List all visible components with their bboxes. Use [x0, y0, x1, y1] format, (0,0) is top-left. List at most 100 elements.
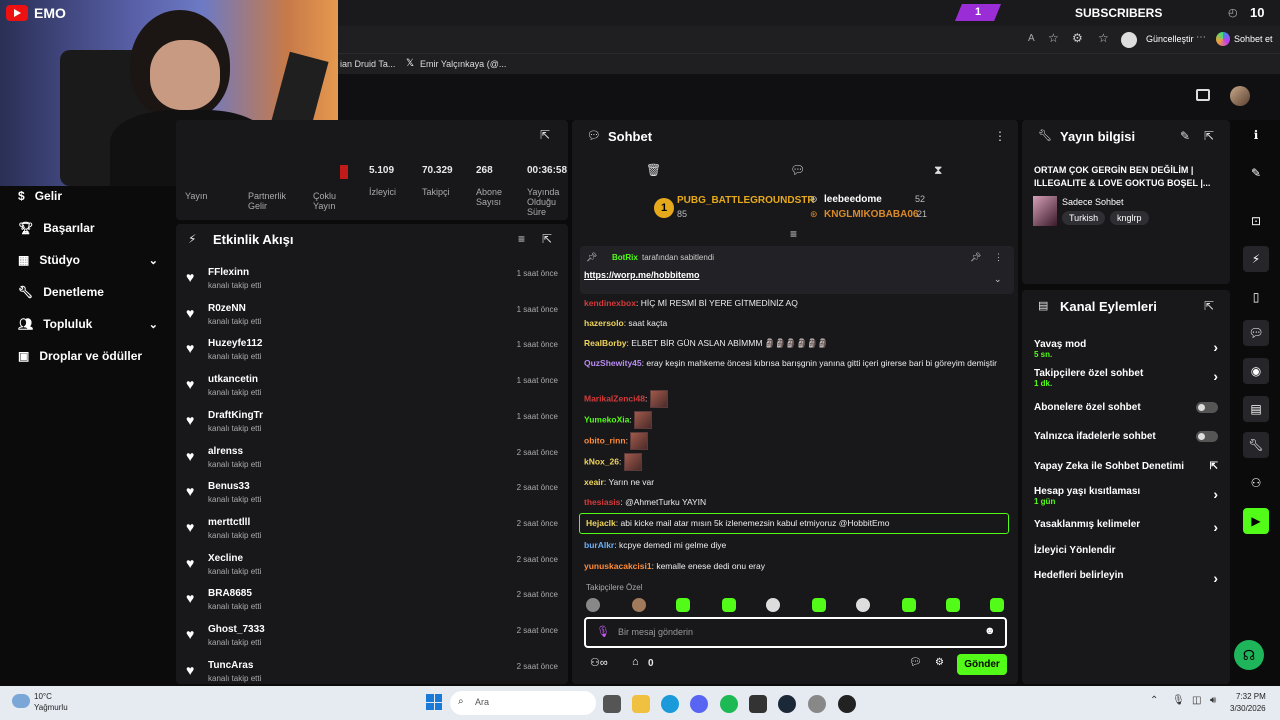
read-aloud-icon[interactable]: A: [1028, 33, 1035, 44]
more-options-icon[interactable]: ⋮: [994, 252, 1003, 263]
emote-icon[interactable]: [946, 598, 960, 612]
extensions-icon[interactable]: ⚙: [1072, 31, 1083, 45]
wrench-icon[interactable]: 🔧︎: [1243, 432, 1269, 458]
activity-event[interactable]: ♥ Huzeyfe112 kanalı takip etti 1 saat önce: [186, 338, 564, 372]
chat-username[interactable]: YumekoXia: [584, 414, 629, 424]
file-explorer-icon[interactable]: [632, 695, 650, 713]
stream-tag[interactable]: knglrp: [1110, 211, 1149, 225]
chat-username[interactable]: thesiasis: [584, 497, 620, 507]
microphone-icon[interactable]: 🎙︎: [1172, 695, 1185, 706]
copilot-icon[interactable]: [1216, 32, 1230, 46]
broadcast-icon[interactable]: ◉: [1243, 358, 1269, 384]
leaderboard-second-name[interactable]: leebeedome: [824, 194, 882, 205]
clip-icon[interactable]: ▶: [1243, 508, 1269, 534]
chat-username[interactable]: kNox_26: [584, 456, 619, 466]
activity-event[interactable]: ♥ utkancetin kanalı takip etti 1 saat önce: [186, 374, 564, 408]
category-name[interactable]: Sadece Sohbet: [1062, 197, 1124, 207]
toggle-switch[interactable]: [1196, 431, 1218, 442]
pinned-by-user[interactable]: BotRix: [612, 253, 638, 262]
chat-settings-bubble-icon[interactable]: 💬︎: [909, 657, 922, 668]
obs-icon[interactable]: [838, 695, 856, 713]
settings-icon[interactable]: [808, 695, 826, 713]
sidebar-item-studio[interactable]: ▦ Stüdyo ⌄: [0, 246, 170, 274]
leaderboard-first-name[interactable]: PUBG_BATTLEGROUNDSTR: [677, 195, 815, 206]
activity-event[interactable]: ♥ Xecline kanalı takip etti 2 saat önce: [186, 553, 564, 587]
emote-icon[interactable]: [676, 598, 690, 612]
task-view-icon[interactable]: [603, 695, 621, 713]
collapse-icon[interactable]: ≡: [790, 227, 797, 241]
tray-chevron-icon[interactable]: ⌃: [1150, 695, 1158, 706]
channel-action-item[interactable]: Yapay Zeka ile Sohbet Denetimi ⇱: [1034, 461, 1218, 472]
edit-icon[interactable]: ✎: [1243, 160, 1269, 186]
activity-event[interactable]: ♥ Benus33 kanalı takip etti 2 saat önce: [186, 481, 564, 515]
more-options-icon[interactable]: ⋮: [994, 129, 1006, 143]
popout-icon[interactable]: ⇱: [1204, 299, 1214, 313]
sidebar-item-drops[interactable]: ▣ Droplar ve ödüller: [0, 342, 170, 370]
bookmark-item[interactable]: Emir Yalçınkaya (@...: [420, 59, 506, 69]
sidebar-item-achievements[interactable]: 🏆︎ Başarılar: [0, 214, 170, 242]
chat-input[interactable]: 🎙︎ Bir mesaj gönderin ☻: [584, 617, 1007, 648]
unpin-icon[interactable]: 📌︎: [970, 252, 981, 263]
studio-icon[interactable]: [1196, 89, 1210, 101]
activity-event[interactable]: ♥ FFlexinn kanalı takip etti 1 saat önce: [186, 267, 564, 301]
emote-icon[interactable]: [990, 598, 1004, 612]
emote-icon[interactable]: [902, 598, 916, 612]
chat-username[interactable]: QuzShewity45: [584, 358, 642, 368]
filter-icon[interactable]: ≡: [518, 232, 525, 246]
weather-icon[interactable]: [12, 694, 30, 708]
gear-icon[interactable]: ⚙: [935, 657, 944, 668]
leaderboard-third-name[interactable]: KNGLMIKOBABA06: [824, 209, 918, 220]
popout-icon[interactable]: ⇱: [542, 232, 552, 246]
channel-action-item[interactable]: Takipçilere özel sohbet 1 dk. ›: [1034, 368, 1218, 388]
sidebar-item-moderation[interactable]: 🔧︎ Denetleme: [0, 278, 170, 306]
chevron-down-icon[interactable]: ⌄: [994, 274, 1002, 285]
stream-tag[interactable]: Turkish: [1062, 211, 1106, 225]
lightning-icon[interactable]: ⚡︎: [1243, 246, 1269, 272]
microphone-icon[interactable]: 🎙︎: [596, 625, 610, 638]
windows-start-icon[interactable]: [426, 694, 442, 710]
chat-username[interactable]: hazersolo: [584, 318, 624, 328]
channel-points-icon[interactable]: ⚇∞: [590, 656, 608, 669]
emote-icon[interactable]: [812, 598, 826, 612]
activity-event[interactable]: ♥ Ghost_7333 kanalı takip etti 2 saat önce: [186, 624, 564, 658]
activity-event[interactable]: ♥ DraftKingTr kanalı takip etti 1 saat önce: [186, 410, 564, 444]
chat-username[interactable]: yunuskacakcisi1: [584, 561, 652, 571]
steam-icon[interactable]: [778, 695, 796, 713]
channel-action-item[interactable]: Hedefleri belirleyin ›: [1034, 570, 1218, 586]
volume-icon[interactable]: 🔊︎: [1210, 695, 1216, 706]
activity-event[interactable]: ♥ alrenss kanalı takip etti 2 saat önce: [186, 446, 564, 480]
toggle-switch[interactable]: [1196, 402, 1218, 413]
app-icon[interactable]: [749, 695, 767, 713]
chat-username[interactable]: RealBorby: [584, 338, 627, 348]
sidebar-item-revenue[interactable]: $ Gelir: [0, 182, 170, 210]
channel-action-item[interactable]: Hesap yaşı kısıtlaması 1 gün ›: [1034, 486, 1218, 506]
chat-bubble-icon[interactable]: 💬︎: [1243, 320, 1269, 346]
channel-action-item[interactable]: Yasaklanmış kelimeler ›: [1034, 519, 1218, 535]
chat-bubble-icon[interactable]: 💬︎: [790, 163, 805, 177]
support-icon[interactable]: ☊: [1234, 640, 1264, 670]
camera-icon[interactable]: ⊡: [1243, 208, 1269, 234]
tab-partner-revenue[interactable]: Partnerlik Gelir: [248, 191, 298, 211]
profile-avatar[interactable]: [1121, 32, 1137, 48]
trash-icon[interactable]: 🗑︎: [646, 163, 661, 177]
update-button[interactable]: Güncelleştir: [1146, 34, 1194, 44]
sidebar-item-community[interactable]: 👥︎ Topluluk ⌄: [0, 310, 170, 338]
send-button[interactable]: Gönder: [957, 654, 1007, 675]
favorites-icon[interactable]: ☆: [1098, 31, 1109, 45]
clock-date[interactable]: 3/30/2026: [1230, 704, 1266, 713]
popout-icon[interactable]: ⇱: [1204, 129, 1214, 143]
chat-username[interactable]: Hejaclk: [586, 518, 616, 528]
info-icon[interactable]: ℹ: [1243, 122, 1269, 148]
activity-event[interactable]: ♥ R0zeNN kanalı takip etti 1 saat önce: [186, 303, 564, 337]
emote-icon[interactable]: [856, 598, 870, 612]
channel-action-item[interactable]: Yalnızca ifadelerle sohbet: [1034, 431, 1218, 442]
copilot-chat-button[interactable]: Sohbet et: [1234, 34, 1273, 44]
channel-action-item[interactable]: İzleyici Yönlendir: [1034, 545, 1218, 556]
emote-icon[interactable]: [586, 598, 600, 612]
popout-icon[interactable]: ⇱: [540, 128, 550, 142]
chat-username[interactable]: kendinexbox: [584, 298, 636, 308]
emote-icon[interactable]: [632, 598, 646, 612]
chat-username[interactable]: burAlkr: [584, 540, 614, 550]
emote-icon[interactable]: [722, 598, 736, 612]
tab-stream[interactable]: Yayın: [185, 191, 207, 201]
